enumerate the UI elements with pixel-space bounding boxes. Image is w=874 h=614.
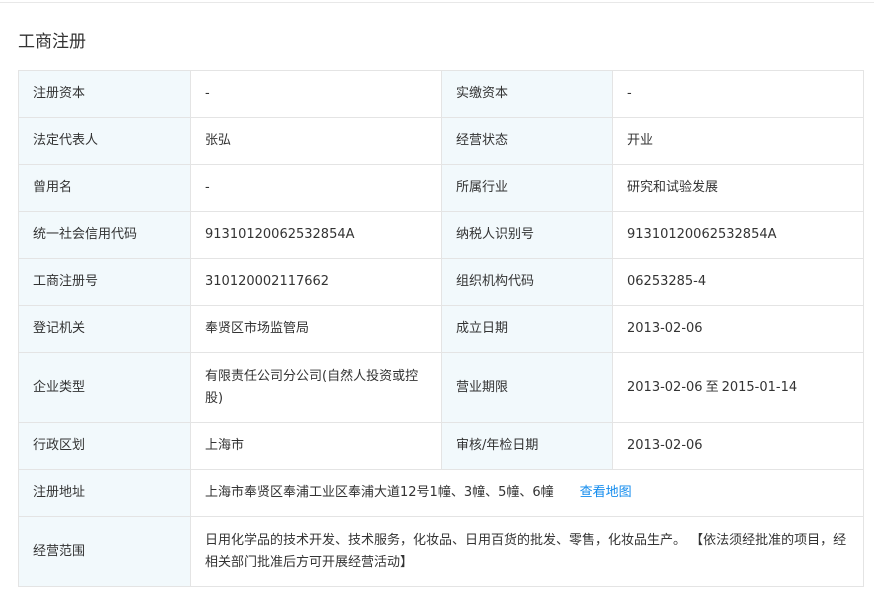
table-row: 登记机关 奉贤区市场监管局 成立日期 2013-02-06 xyxy=(18,305,864,353)
table-row: 注册地址 上海市奉贤区奉浦工业区奉浦大道12号1幢、3幢、5幢、6幢 查看地图 xyxy=(18,469,864,517)
business-registration-table: 注册资本 - 实缴资本 - 法定代表人 张弘 经营状态 开业 曾用名 - 所属行… xyxy=(18,70,864,587)
enterprise-type-label: 企业类型 xyxy=(18,352,191,423)
view-map-link[interactable]: 查看地图 xyxy=(580,485,632,500)
business-term-end: 2015-01-14 xyxy=(721,379,798,395)
registered-address-value: 上海市奉贤区奉浦工业区奉浦大道12号1幢、3幢、5幢、6幢 xyxy=(205,485,554,500)
inspection-date-value: 2013-02-06 xyxy=(612,422,864,470)
registered-address-cell: 上海市奉贤区奉浦工业区奉浦大道12号1幢、3幢、5幢、6幢 查看地图 xyxy=(190,469,864,517)
inspection-date-label: 审核/年检日期 xyxy=(441,422,613,470)
top-divider xyxy=(0,0,874,3)
business-scope-label: 经营范围 xyxy=(18,516,191,587)
organization-code-label: 组织机构代码 xyxy=(441,258,613,306)
business-term-label: 营业期限 xyxy=(441,352,613,423)
registered-capital-label: 注册资本 xyxy=(18,70,191,118)
operating-status-label: 经营状态 xyxy=(441,117,613,165)
registration-number-label: 工商注册号 xyxy=(18,258,191,306)
paid-in-capital-label: 实缴资本 xyxy=(441,70,613,118)
table-row: 注册资本 - 实缴资本 - xyxy=(18,70,864,118)
table-row: 经营范围 日用化学品的技术开发、技术服务，化妆品、日用百货的批发、零售，化妆品生… xyxy=(18,516,864,587)
former-name-label: 曾用名 xyxy=(18,164,191,212)
section-title: 工商注册 xyxy=(18,32,86,52)
registration-authority-label: 登记机关 xyxy=(18,305,191,353)
operating-status-value: 开业 xyxy=(612,117,864,165)
table-row: 曾用名 - 所属行业 研究和试验发展 xyxy=(18,164,864,212)
registration-number-value: 310120002117662 xyxy=(190,258,442,306)
table-row: 行政区划 上海市 审核/年检日期 2013-02-06 xyxy=(18,422,864,470)
table-row: 企业类型 有限责任公司分公司(自然人投资或控股) 营业期限 2013-02-06… xyxy=(18,352,864,423)
table-row: 工商注册号 310120002117662 组织机构代码 06253285-4 xyxy=(18,258,864,306)
credit-code-label: 统一社会信用代码 xyxy=(18,211,191,259)
establishment-date-value: 2013-02-06 xyxy=(612,305,864,353)
legal-representative-label: 法定代表人 xyxy=(18,117,191,165)
table-row: 统一社会信用代码 91310120062532854A 纳税人识别号 91310… xyxy=(18,211,864,259)
organization-code-value: 06253285-4 xyxy=(612,258,864,306)
registered-address-label: 注册地址 xyxy=(18,469,191,517)
industry-label: 所属行业 xyxy=(441,164,613,212)
registration-authority-value: 奉贤区市场监管局 xyxy=(190,305,442,353)
business-term-separator: 至 xyxy=(705,379,719,395)
business-scope-value: 日用化学品的技术开发、技术服务，化妆品、日用百货的批发、零售，化妆品生产。 【依… xyxy=(190,516,864,587)
industry-value: 研究和试验发展 xyxy=(612,164,864,212)
business-term-start: 2013-02-06 xyxy=(627,379,703,395)
registered-capital-value: - xyxy=(190,70,442,118)
enterprise-type-value: 有限责任公司分公司(自然人投资或控股) xyxy=(190,352,442,423)
establishment-date-label: 成立日期 xyxy=(441,305,613,353)
paid-in-capital-value: - xyxy=(612,70,864,118)
business-term-value: 2013-02-06 至 2015-01-14 xyxy=(612,352,864,423)
table-row: 法定代表人 张弘 经营状态 开业 xyxy=(18,117,864,165)
administrative-division-label: 行政区划 xyxy=(18,422,191,470)
legal-representative-value: 张弘 xyxy=(190,117,442,165)
taxpayer-id-value: 91310120062532854A xyxy=(612,211,864,259)
former-name-value: - xyxy=(190,164,442,212)
credit-code-value: 91310120062532854A xyxy=(190,211,442,259)
administrative-division-value: 上海市 xyxy=(190,422,442,470)
taxpayer-id-label: 纳税人识别号 xyxy=(441,211,613,259)
